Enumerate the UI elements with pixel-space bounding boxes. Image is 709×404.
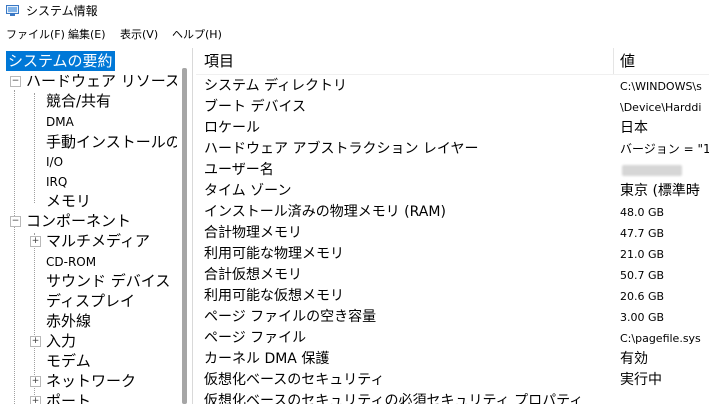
- table-row[interactable]: 利用可能な物理メモリ 21.0 GB: [196, 244, 709, 265]
- tree-item-label: 入力: [46, 332, 77, 350]
- column-header-item[interactable]: 項目: [204, 48, 604, 74]
- row-value: 有効: [620, 351, 648, 367]
- details-list[interactable]: 項目 値 システム ディレクトリ C:\WINDOWS\s ブート デバイス \…: [196, 48, 709, 404]
- row-value: 48.0 GB: [620, 206, 665, 219]
- expand-icon[interactable]: +: [30, 236, 41, 247]
- tree-item-label: IRQ: [46, 175, 68, 189]
- row-item: ハードウェア アブストラクション レイヤー: [204, 141, 479, 157]
- table-row[interactable]: ページ ファイルの空き容量 3.00 GB: [196, 307, 709, 328]
- row-item: ユーザー名: [204, 162, 274, 178]
- tree-item-label: モデム: [46, 352, 91, 370]
- tree-item-label: メモリ: [46, 192, 92, 210]
- redacted-value: [622, 165, 682, 176]
- table-row[interactable]: ブート デバイス \Device\Harddi: [196, 97, 709, 118]
- table-row[interactable]: 仮想化ベースのセキュリティの必須セキュリティ プロパティ: [196, 391, 709, 404]
- row-item: カーネル DMA 保護: [204, 351, 330, 367]
- tree-item-label: I/O: [46, 155, 64, 169]
- row-value: バージョン = "1: [620, 142, 709, 156]
- category-tree[interactable]: システムの要約 − ハードウェア リソース 競合/共有 DMA 手動インストール…: [0, 48, 193, 404]
- row-value: 20.6 GB: [620, 290, 665, 303]
- table-row[interactable]: ページ ファイル C:\pagefile.sys: [196, 328, 709, 349]
- tree-scrollbar[interactable]: [177, 48, 192, 404]
- row-value: 47.7 GB: [620, 227, 665, 240]
- expand-icon[interactable]: +: [30, 336, 41, 347]
- tree-item-label: 競合/共有: [46, 92, 112, 110]
- table-row[interactable]: インストール済みの物理メモリ (RAM) 48.0 GB: [196, 202, 709, 223]
- system-info-icon: [6, 5, 19, 16]
- row-value: 日本: [620, 120, 648, 136]
- tree-connector: [34, 93, 35, 203]
- menu-view[interactable]: 表示(V): [120, 27, 158, 43]
- collapse-icon[interactable]: −: [10, 216, 21, 227]
- expand-icon[interactable]: +: [30, 396, 41, 404]
- tree-item-label: 赤外線: [46, 312, 92, 330]
- tree-item-label: ネットワーク: [46, 372, 137, 390]
- row-item: 合計仮想メモリ: [204, 267, 302, 283]
- table-row[interactable]: 合計物理メモリ 47.7 GB: [196, 223, 709, 244]
- menu-help[interactable]: ヘルプ(H): [172, 27, 222, 43]
- column-divider[interactable]: [613, 48, 614, 74]
- table-row[interactable]: 仮想化ベースのセキュリティ 実行中: [196, 370, 709, 391]
- table-row[interactable]: システム ディレクトリ C:\WINDOWS\s: [196, 76, 709, 97]
- row-item: タイム ゾーン: [204, 183, 292, 199]
- menu-bar: ファイル(F) 編集(E) 表示(V) ヘルプ(H): [0, 24, 709, 46]
- tree-item-label: DMA: [46, 115, 74, 129]
- tree-item-label: CD-ROM: [46, 255, 97, 269]
- row-item: システム ディレクトリ: [204, 78, 348, 94]
- window-title: システム情報: [26, 4, 98, 18]
- tree-item-label: ディスプレイ: [46, 292, 135, 310]
- table-row[interactable]: ロケール 日本: [196, 118, 709, 139]
- column-header-value[interactable]: 値: [620, 48, 709, 74]
- row-value: 実行中: [620, 372, 662, 388]
- table-row[interactable]: 利用可能な仮想メモリ 20.6 GB: [196, 286, 709, 307]
- row-item: インストール済みの物理メモリ (RAM): [204, 204, 446, 220]
- row-value: C:\WINDOWS\s: [620, 80, 702, 93]
- row-item: ブート デバイス: [204, 99, 307, 115]
- tree-connector: [14, 90, 15, 404]
- row-value: 東京 (標準時: [620, 183, 700, 199]
- scrollbar-thumb[interactable]: [182, 68, 187, 404]
- row-item: ページ ファイルの空き容量: [204, 309, 377, 325]
- table-row[interactable]: 合計仮想メモリ 50.7 GB: [196, 265, 709, 286]
- row-item: 利用可能な仮想メモリ: [204, 288, 344, 304]
- tree-item-label: システムの要約: [6, 51, 115, 71]
- menu-edit[interactable]: 編集(E): [68, 27, 106, 43]
- expand-icon[interactable]: +: [30, 376, 41, 387]
- table-row[interactable]: カーネル DMA 保護 有効: [196, 349, 709, 370]
- tree-item-label: サウンド デバイス: [46, 272, 171, 290]
- collapse-icon[interactable]: −: [10, 76, 21, 87]
- row-item: 利用可能な物理メモリ: [204, 246, 344, 262]
- table-row[interactable]: タイム ゾーン 東京 (標準時: [196, 181, 709, 202]
- row-item: 仮想化ベースのセキュリティの必須セキュリティ プロパティ: [204, 393, 584, 404]
- tree-item-label: 手動インストールのハ: [46, 133, 193, 151]
- row-item: ページ ファイル: [204, 330, 307, 346]
- row-item: 仮想化ベースのセキュリティ: [204, 372, 385, 388]
- header-separator: [196, 74, 709, 75]
- row-item: 合計物理メモリ: [204, 225, 302, 241]
- menu-file[interactable]: ファイル(F): [6, 27, 65, 43]
- tree-item-label: ポート: [46, 392, 92, 404]
- row-value: 3.00 GB: [620, 311, 665, 324]
- table-row[interactable]: ハードウェア アブストラクション レイヤー バージョン = "1: [196, 139, 709, 160]
- table-row[interactable]: ユーザー名: [196, 160, 709, 181]
- row-value: \Device\Harddi: [620, 101, 702, 114]
- tree-item-label: ハードウェア リソース: [26, 72, 181, 90]
- title-bar: システム情報: [0, 0, 709, 22]
- row-value: C:\pagefile.sys: [620, 332, 701, 345]
- row-value: 50.7 GB: [620, 269, 665, 282]
- row-value: 21.0 GB: [620, 248, 665, 261]
- tree-item-label: マルチメディア: [46, 232, 150, 250]
- row-item: ロケール: [204, 120, 260, 136]
- tree-item-label: コンポーネント: [26, 212, 132, 230]
